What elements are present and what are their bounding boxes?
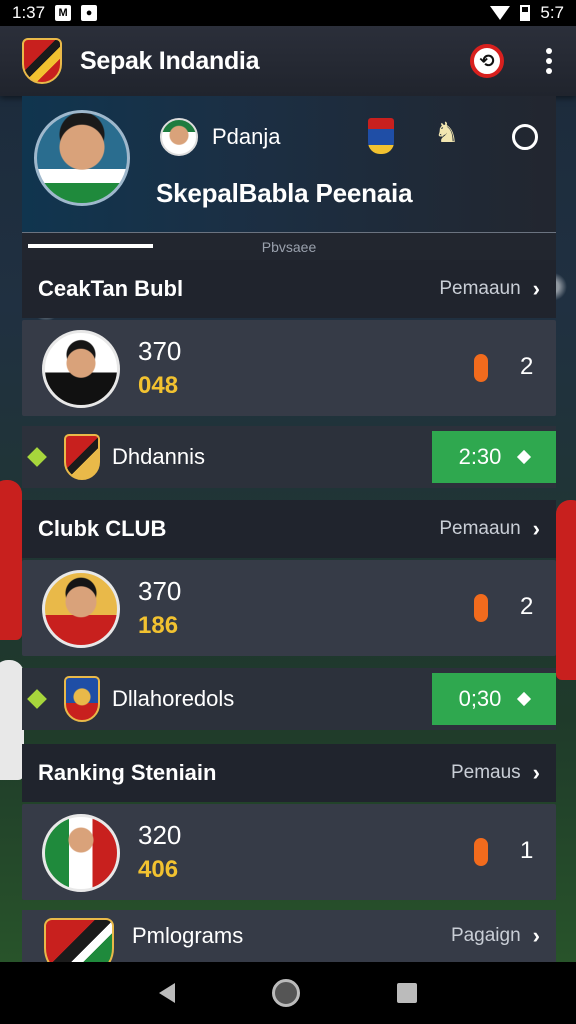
section-link[interactable]: Pemaaun	[439, 278, 520, 300]
list-item[interactable]: Pmlograms Pagaign ›	[22, 910, 556, 962]
section-header[interactable]: Clubk CLUB Pemaaun ›	[22, 500, 556, 558]
stat-value-top: 370	[138, 336, 182, 366]
chevron-right-icon[interactable]: ›	[533, 923, 540, 949]
profile-avatar[interactable]	[34, 110, 130, 206]
stat-count: 2	[520, 593, 534, 620]
player-avatar	[42, 570, 120, 648]
background-player	[0, 660, 24, 780]
recent-apps-icon[interactable]	[397, 983, 418, 1003]
chevron-right-icon[interactable]: ›	[533, 276, 540, 302]
stat-count: 1	[520, 837, 534, 864]
status-time-right: 5:7	[540, 3, 564, 22]
section-header[interactable]: CeakTan Bubl Pemaaun ›	[22, 260, 556, 318]
list-item-name: Pmlograms	[132, 923, 244, 948]
trophy-icon[interactable]: ♞	[434, 116, 459, 149]
stat-value-bottom: 186	[138, 612, 179, 639]
clock-icon[interactable]: ⟲	[470, 44, 504, 78]
circle-button-icon[interactable]	[512, 124, 538, 150]
score-text: 0;30	[458, 686, 502, 711]
club-crest-icon	[44, 918, 114, 962]
stat-value-top: 320	[138, 820, 182, 850]
player-avatar	[42, 330, 120, 408]
stat-value-top: 370	[138, 576, 182, 606]
stat-value-bottom: 048	[138, 372, 179, 399]
app-title: Sepak Indandia	[80, 46, 260, 75]
profile-name-secondary: SkepalBabla Peenaia	[156, 178, 413, 208]
background-player	[556, 500, 576, 680]
player-avatar	[42, 814, 120, 892]
status-bar: 1:37 M ● 5:7	[0, 0, 576, 26]
progress-strip: Pbvsaee	[22, 232, 556, 260]
section-header[interactable]: Ranking Steniain Pemaus ›	[22, 744, 556, 802]
match-team-name: Dllahoredols	[112, 686, 235, 711]
stat-value-bottom: 406	[138, 856, 179, 883]
stat-card[interactable]: 320 406 1	[22, 804, 556, 900]
card-indicator-icon	[474, 354, 488, 382]
score-button[interactable]: 2:30	[432, 431, 556, 483]
section-link[interactable]: Pemaus	[451, 762, 521, 784]
profile-name-primary: Pdanja	[212, 124, 281, 149]
home-icon[interactable]	[271, 979, 300, 1007]
wifi-icon	[490, 6, 511, 20]
app-bar: Sepak Indandia ⟲	[0, 26, 576, 96]
record-icon: ●	[81, 5, 98, 21]
status-time-left: 1:37	[12, 3, 46, 22]
player-avatar-small	[160, 118, 198, 156]
chevron-right-icon[interactable]: ›	[533, 760, 540, 786]
diamond-icon	[517, 449, 532, 465]
section-link[interactable]: Pemaaun	[439, 518, 520, 540]
card-indicator-icon	[474, 594, 488, 622]
card-indicator-icon	[474, 838, 488, 866]
stat-card[interactable]: 370 048 2	[22, 320, 556, 416]
notification-icon: M	[55, 5, 72, 21]
background-player	[0, 480, 22, 640]
club-logo-icon	[22, 38, 62, 84]
club-crest-icon	[64, 434, 100, 480]
diamond-icon	[517, 691, 532, 707]
section-title: Clubk CLUB	[38, 516, 167, 541]
diamond-icon	[27, 447, 47, 467]
stat-card[interactable]: 370 186 2	[22, 560, 556, 656]
stat-count: 2	[520, 353, 534, 380]
club-crest-icon	[64, 676, 100, 722]
match-team-name: Dhdannis	[112, 444, 205, 469]
back-icon[interactable]	[158, 983, 175, 1003]
battery-icon	[520, 5, 531, 21]
club-badge-icon	[368, 118, 394, 154]
score-text: 2:30	[458, 444, 502, 469]
match-row[interactable]: Dhdannis 2:30	[22, 426, 556, 488]
system-nav-bar	[0, 962, 576, 1024]
list-item-link[interactable]: Pagaign	[451, 925, 521, 947]
more-vert-icon[interactable]	[544, 48, 554, 74]
progress-label: Pbvsaee	[261, 239, 317, 255]
section-title: Ranking Steniain	[38, 760, 217, 785]
match-row[interactable]: Dllahoredols 0;30	[22, 668, 556, 730]
diamond-icon	[27, 689, 47, 709]
chevron-right-icon[interactable]: ›	[533, 516, 540, 542]
score-button[interactable]: 0;30	[432, 673, 556, 725]
section-title: CeakTan Bubl	[38, 276, 184, 301]
